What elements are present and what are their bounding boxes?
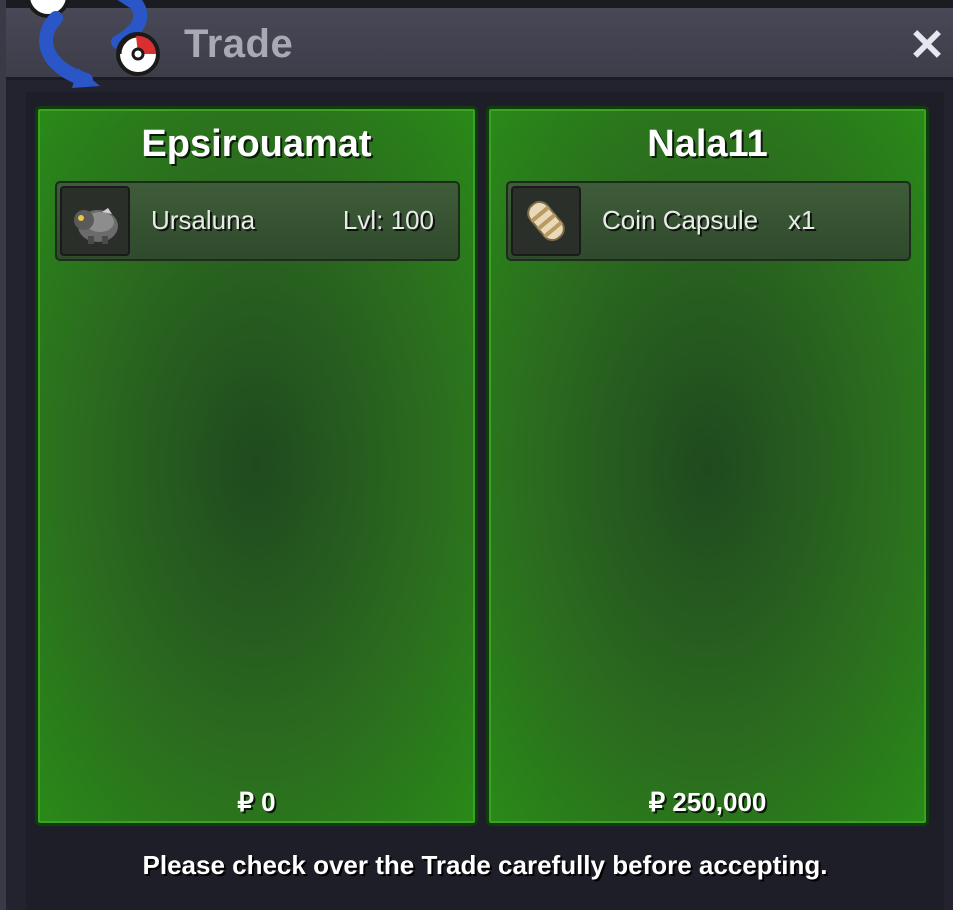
ursaluna-sprite-icon [74, 208, 118, 244]
player-name: Epsirouamat [141, 123, 372, 165]
player-panel-right: Nala11 Coin Capsule x1 ₽ 250,000 [486, 106, 929, 826]
window-title: Trade [184, 22, 294, 66]
offer-item-name: Coin Capsule [602, 205, 759, 235]
trade-content: Epsirouamat Ursaluna Lvl: 100 ₽ 0 Nala11… [26, 92, 944, 910]
close-button[interactable]: ✕ [907, 24, 947, 68]
offer-item-row[interactable]: Coin Capsule x1 [506, 181, 911, 261]
offer-icon-slot [511, 186, 581, 256]
trade-warning-message: Please check over the Trade carefully be… [142, 850, 828, 880]
offer-icon-slot [60, 186, 130, 256]
player-panel-left: Epsirouamat Ursaluna Lvl: 100 ₽ 0 [35, 106, 478, 826]
trade-window: Trade ✕ Epsirouamat Ursaluna Lvl: 100 ₽ … [0, 0, 953, 910]
offer-item-quantity: x1 [788, 205, 816, 235]
offer-pokemon-name: Ursaluna [151, 205, 256, 235]
player-name: Nala11 [647, 123, 768, 165]
offer-item-row[interactable]: Ursaluna Lvl: 100 [55, 181, 460, 261]
offer-pokemon-level: Lvl: 100 [342, 205, 434, 235]
coin-capsule-icon [527, 200, 565, 242]
trade-swap-icon [26, 0, 160, 88]
money-offer: ₽ 250,000 [648, 787, 767, 817]
close-icon[interactable]: ✕ [909, 21, 946, 70]
money-offer: ₽ 0 [237, 787, 276, 817]
